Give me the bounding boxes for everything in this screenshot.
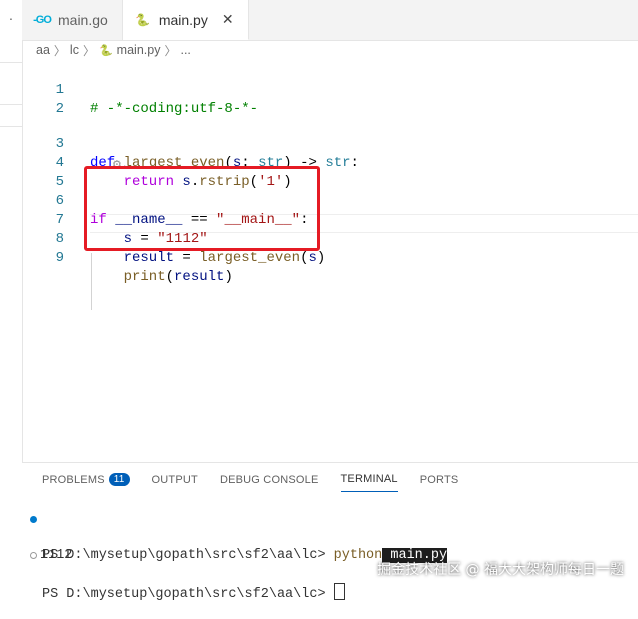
breadcrumb-item[interactable]: aa — [36, 43, 50, 57]
chevron-right-icon: 〉 — [82, 43, 95, 58]
code-line: 4 return s.rstrip('1') — [22, 135, 638, 190]
tab-label: OUTPUT — [151, 473, 198, 486]
tab-label: DEBUG CONSOLE — [219, 473, 319, 486]
tab-label: main.py — [158, 11, 208, 28]
tab-label: PORTS — [419, 473, 459, 486]
code-line: 3 def largest_even(s: str) -> str: — [22, 116, 638, 171]
editor-tabs: -GO main.go 🐍 main.py ✕ — [22, 0, 638, 41]
more-icon[interactable]: · — [0, 10, 22, 26]
tab-label: main.go — [58, 12, 108, 28]
line-number: 9 — [55, 250, 64, 266]
code-line: 1 # -*-coding:utf-8-*- — [22, 62, 638, 117]
code-text: print(result) — [90, 269, 233, 285]
terminal-cursor — [333, 583, 345, 600]
activity-bar: · — [0, 0, 23, 593]
tab-problems[interactable]: PROBLEMS 11 — [42, 469, 130, 492]
problems-count-badge: 11 — [108, 473, 130, 486]
terminal-line[interactable]: PS D:\mysetup\gopath\src\sf2\aa\lc> — [22, 547, 638, 619]
divider — [0, 104, 22, 105]
tab-output[interactable]: OUTPUT — [152, 469, 198, 492]
divider — [0, 62, 22, 63]
terminal-prompt: PS D:\mysetup\gopath\src\sf2\aa\lc> — [42, 587, 334, 602]
tab-main-py[interactable]: 🐍 main.py ✕ — [122, 0, 249, 40]
breadcrumb-item[interactable]: main.py — [117, 43, 161, 57]
go-icon: -GO — [33, 14, 52, 26]
code-line: 2 — [22, 81, 638, 117]
python-icon: 🐍 — [135, 12, 151, 27]
breadcrumb: aa 〉 lc 〉 🐍 main.py 〉 ... — [36, 40, 191, 60]
tab-label: TERMINAL — [340, 473, 398, 485]
divider — [0, 126, 22, 127]
python-icon: 🐍 — [98, 44, 113, 57]
tab-terminal[interactable]: TERMINAL — [340, 469, 398, 492]
close-icon[interactable]: ✕ — [222, 11, 234, 28]
breadcrumb-item[interactable]: ... — [180, 43, 190, 57]
watermark: 掘金技术社区 @ 福大大架构师每日一题 — [377, 562, 624, 578]
chevron-right-icon: 〉 — [164, 43, 177, 58]
panel-tabs: PROBLEMS 11 OUTPUT DEBUG CONSOLE TERMINA… — [42, 469, 458, 492]
chevron-right-icon: 〉 — [53, 43, 66, 58]
breadcrumb-item[interactable]: lc — [70, 43, 79, 57]
tab-label: PROBLEMS — [42, 473, 105, 486]
tab-main-go[interactable]: -GO main.go — [22, 0, 123, 40]
code-editor[interactable]: 1 # -*-coding:utf-8-*- 2 ⚙︎⌄ 3 def large… — [22, 60, 638, 460]
code-text: result = largest_even(s) — [90, 250, 326, 266]
command-status-icon — [30, 516, 37, 523]
command-status-icon — [30, 552, 37, 559]
highlight-box — [84, 166, 320, 251]
tab-ports[interactable]: PORTS — [420, 469, 459, 492]
tab-debug-console[interactable]: DEBUG CONSOLE — [220, 469, 319, 492]
